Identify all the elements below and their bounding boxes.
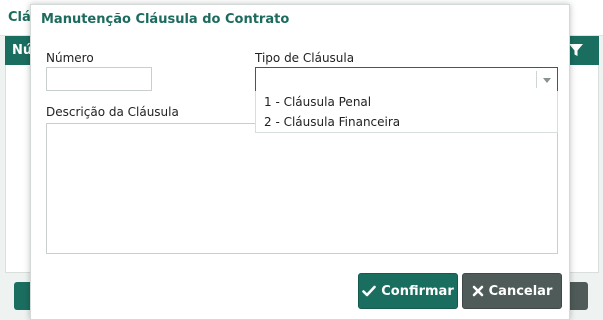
clause-maintenance-modal: Manutenção Cláusula do Contrato Número T…: [30, 4, 570, 320]
tipo-clausula-select[interactable]: [255, 67, 558, 92]
tipo-clausula-dropdown: 1 - Cláusula Penal 2 - Cláusula Financei…: [255, 91, 558, 133]
descricao-label: Descrição da Cláusula: [46, 105, 179, 119]
chevron-down-icon[interactable]: [543, 78, 551, 83]
numero-input[interactable]: [46, 67, 152, 91]
confirm-button-label: Confirmar: [381, 283, 454, 299]
numero-label: Número: [46, 51, 94, 65]
cancel-button-label: Cancelar: [488, 283, 553, 299]
dropdown-option[interactable]: 2 - Cláusula Financeira: [264, 115, 400, 129]
tipo-clausula-label: Tipo de Cláusula: [255, 51, 355, 65]
confirm-button[interactable]: Confirmar: [358, 273, 458, 309]
descricao-textarea[interactable]: [46, 123, 558, 254]
background-page-title: Clá: [8, 10, 31, 25]
modal-title: Manutenção Cláusula do Contrato: [41, 12, 290, 27]
check-icon: [362, 285, 377, 297]
select-separator: [536, 71, 537, 88]
cancel-button[interactable]: Cancelar: [462, 273, 562, 309]
filter-icon[interactable]: [568, 42, 584, 58]
close-icon: [472, 285, 483, 297]
dropdown-option[interactable]: 1 - Cláusula Penal: [264, 95, 371, 109]
